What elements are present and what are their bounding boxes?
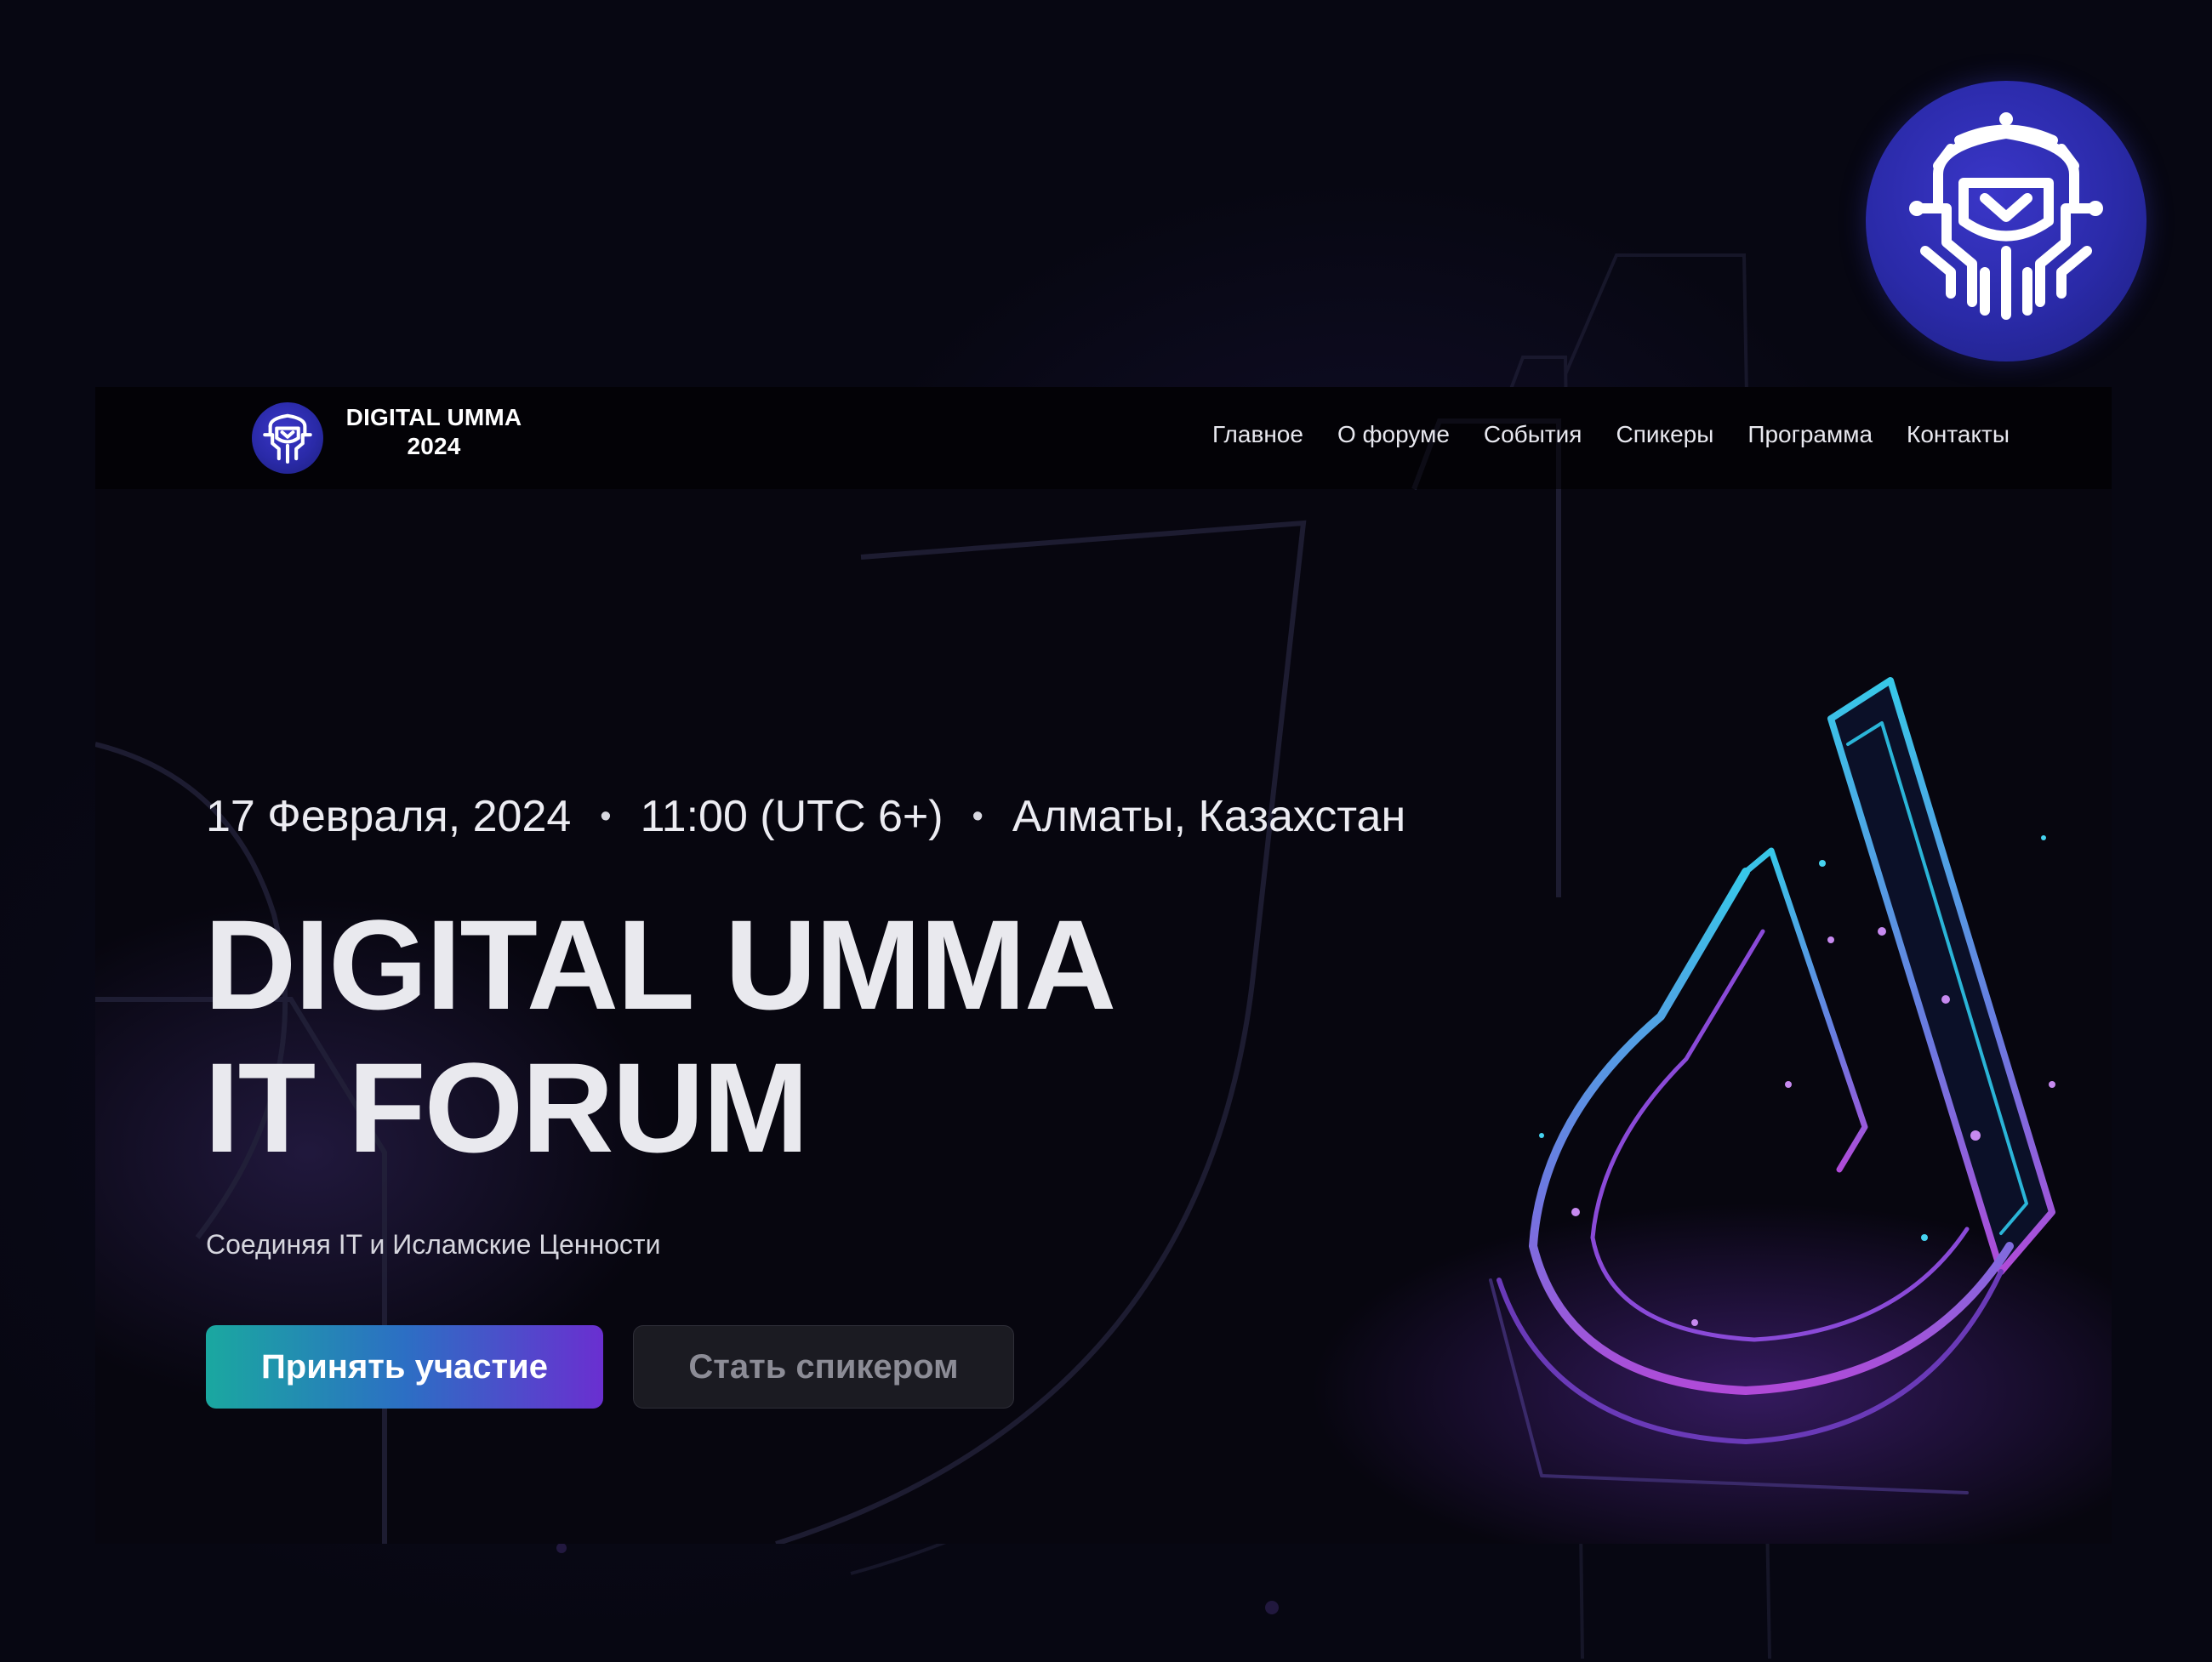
- participate-button[interactable]: Принять участие: [206, 1325, 603, 1409]
- navbar: DIGITAL UMMA 2024 Главное О форуме Событ…: [95, 387, 2112, 489]
- nav-item-home[interactable]: Главное: [1212, 421, 1303, 448]
- event-date: 17 Февраля, 2024: [206, 792, 572, 841]
- hero-title-line1: DIGITAL UMMA: [204, 893, 1116, 1036]
- event-time: 11:00 (UTC 6+): [640, 792, 944, 841]
- nav-item-contacts[interactable]: Контакты: [1907, 421, 2010, 448]
- nav-item-program[interactable]: Программа: [1747, 421, 1873, 448]
- hero-title: DIGITAL UMMA IT FORUM: [204, 893, 1395, 1179]
- become-speaker-button[interactable]: Стать спикером: [633, 1325, 1014, 1409]
- meta-separator: •: [600, 798, 612, 834]
- hero-subtitle: Соединяя IT и Исламские Ценности: [206, 1229, 661, 1260]
- main-menu: Главное О форуме События Спикеры Програм…: [1212, 421, 2010, 448]
- meta-separator: •: [972, 798, 983, 834]
- event-meta: 17 Февраля, 2024 • 11:00 (UTC 6+) • Алма…: [206, 791, 1405, 842]
- digital-umma-logo-icon[interactable]: [252, 402, 323, 474]
- event-location: Алматы, Казахстан: [1012, 792, 1406, 841]
- brand-name-line1: DIGITAL UMMA: [345, 404, 522, 430]
- brand-name-line2: 2024: [407, 433, 461, 459]
- digital-umma-emblem-icon: [1866, 81, 2146, 361]
- hero-title-line2: IT FORUM: [204, 1036, 809, 1179]
- nav-item-speakers[interactable]: Спикеры: [1616, 421, 1713, 448]
- brand-name[interactable]: DIGITAL UMMA 2024: [323, 403, 544, 461]
- nav-item-events[interactable]: События: [1484, 421, 1582, 448]
- website-preview: DIGITAL UMMA 2024 Главное О форуме Событ…: [95, 387, 2112, 1544]
- nav-item-about[interactable]: О форуме: [1337, 421, 1450, 448]
